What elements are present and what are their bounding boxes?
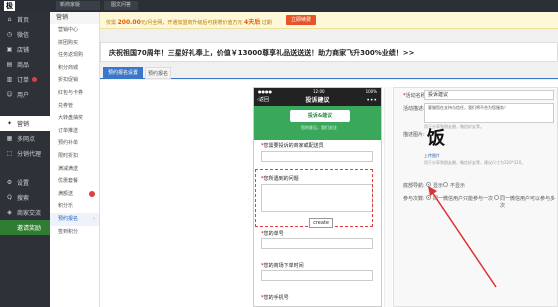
preview-scrollbar[interactable] <box>384 87 392 307</box>
top-tab-qa[interactable]: 图文问答 <box>104 1 138 10</box>
sidebar2-item-active[interactable]: 预约报名 › <box>50 212 99 226</box>
sidebar2-item-with-badge[interactable]: 满额送 <box>50 188 99 201</box>
primary-sidebar: ⌂ 首页 ◷ 微信 ▣ 店铺 ▤ 商品 ▥ 订单 ☺ 用户 ✦ 营销 ▦ 多网点 ⬚ 分销代理 ⚙… <box>0 12 50 307</box>
sidebar-item-users[interactable]: ☺ 用户 <box>0 87 50 102</box>
sidebar2-item[interactable]: 任务返现购 <box>50 49 99 62</box>
upload-image-link[interactable]: 上传图片 <box>424 153 440 159</box>
home-icon: ⌂ <box>7 16 12 23</box>
sidebar2-item[interactable]: 预约补单 <box>50 137 99 150</box>
app-logo: 极 <box>4 1 15 11</box>
sidebar2-item[interactable]: 兑券管 <box>50 100 99 113</box>
sidebar2-item[interactable]: 满减满送 <box>50 163 99 176</box>
orders-icon: ▥ <box>6 76 13 83</box>
distribution-icon: ⬚ <box>6 150 13 157</box>
store-switcher[interactable]: 新商家版 <box>56 1 100 10</box>
sidebar-item-community[interactable]: ◈ 商家交流 <box>0 205 50 220</box>
label-participation: 参与次数: <box>403 196 425 202</box>
sidebar-item-store[interactable]: ▣ 店铺 <box>0 42 50 57</box>
phone-status-bar: ●●●● 12:00 100% <box>254 88 381 95</box>
sidebar-item-orders[interactable]: ▥ 订单 <box>0 72 50 87</box>
signal-icon: ●●●● <box>258 89 272 94</box>
phone-banner: 投诉&建议 您的意见，我们关注 <box>254 106 381 140</box>
tab-bar: 预约报名设置 预约报名 <box>100 67 558 79</box>
secondary-sidebar: 营销 营销中心 拼团购买 任务返现购 积分商城 折扣促销 红包与卡券 兑券管 大… <box>50 12 100 307</box>
sidebar-item-multi-store[interactable]: ▦ 多网点 <box>0 131 50 146</box>
sidebar-item-marketing[interactable]: ✦ 营销 <box>0 116 50 131</box>
radio-participate-once[interactable] <box>426 195 431 200</box>
sidebar-item-home[interactable]: ⌂ 首页 <box>0 12 50 27</box>
app-root: { "topbar": { "logo": "极", "store": "新商家… <box>0 0 558 307</box>
sidebar2-item[interactable]: 积分乐 <box>50 200 99 213</box>
description-image: 饭 <box>427 128 445 149</box>
label-bottom-nav: 底部导航: <box>403 183 425 189</box>
label-description: 活动描述: <box>403 106 425 112</box>
tab-booking-settings[interactable]: 预约报名设置 <box>103 67 143 79</box>
promo-banner[interactable]: 庆祝祖国70周年！三星好礼奉上，价值￥13000尊享礼品送送送！助力商家飞升30… <box>100 42 558 62</box>
question-3: *您的单号 <box>261 231 284 237</box>
answer-1-input[interactable] <box>261 151 373 162</box>
image-hint: 用于分享到朋友圈，微信好友等，建议尺寸为320*320。 <box>424 160 526 165</box>
sidebar-item-invite[interactable]: 邀请奖励 <box>0 220 50 235</box>
participate-once-label: 同一微信用户只能参与一次 <box>433 196 494 202</box>
community-icon: ◈ <box>7 209 12 216</box>
radio-nav-hide[interactable] <box>443 182 448 187</box>
sidebar-item-search[interactable]: Q 搜索 <box>0 190 50 205</box>
sidebar-item-settings[interactable]: ⚙ 设置 <box>0 175 50 190</box>
sidebar-item-wechat[interactable]: ◷ 微信 <box>0 27 50 42</box>
tab-booking[interactable]: 预约报名 <box>145 67 171 79</box>
sidebar2-item[interactable]: 大转盘抽奖 <box>50 112 99 125</box>
secondary-sidebar-title: 营销 <box>50 12 99 24</box>
wechat-icon: ◷ <box>6 31 13 38</box>
question-4: *您的商场下单时间 <box>261 263 304 269</box>
radio-participate-multiple[interactable] <box>494 195 499 200</box>
sidebar2-item[interactable]: 拼团购买 <box>50 37 99 50</box>
sidebar2-item[interactable]: 营销中心 <box>50 24 99 37</box>
phone-banner-subtitle: 您的意见，我们关注 <box>301 125 337 130</box>
multi-store-icon: ▦ <box>6 135 13 142</box>
promo-banner-text: 庆祝祖国70周年！三星好礼奉上，价值￥13000尊享礼品送送送！助力商家飞升30… <box>109 49 415 57</box>
sidebar2-item[interactable]: 限时折扣 <box>50 150 99 163</box>
subscription-notice: 仅需 200.00元/月全网，开通加盟商升级后可获赠价值万元 4天后 过期 立即… <box>100 12 558 29</box>
phone-nav-bar: ‹返回 投诉建议 ••• <box>254 95 381 106</box>
nav-show-label: 显示 <box>433 183 444 189</box>
invite-icon <box>6 224 13 231</box>
new-badge <box>89 190 95 197</box>
sidebar2-item[interactable]: 积分商城 <box>50 62 99 75</box>
question-1: *您需要投诉的商家或配送员 <box>261 143 324 149</box>
create-tooltip: create <box>309 218 333 228</box>
store-icon: ▣ <box>6 46 13 53</box>
gear-icon: ⚙ <box>6 179 13 186</box>
notice-text: 仅需 200.00元/月全网，开通加盟商升级后可获赠价值万元 4天后 过期 <box>106 19 272 26</box>
chevron-right-icon: › <box>93 215 95 222</box>
radio-nav-show[interactable] <box>426 182 431 187</box>
label-image: 描述图片: <box>403 132 425 138</box>
phone-banner-title: 投诉&建议 <box>290 110 350 122</box>
participate-multiple-label: 同一微信用户可以参与多次 <box>500 196 556 209</box>
marketing-icon: ✦ <box>6 120 13 127</box>
sidebar2-item[interactable]: 优惠套餐 <box>50 175 99 188</box>
orders-badge <box>32 77 38 82</box>
sidebar-item-goods[interactable]: ▤ 商品 <box>0 57 50 72</box>
answer-4-input[interactable] <box>261 270 373 281</box>
description-textarea[interactable]: 客服您在支持与信任，我们将不合为您服务！ <box>424 103 554 123</box>
sidebar-item-distribution[interactable]: ⬚ 分销代理 <box>0 146 50 161</box>
sidebar2-item[interactable]: 红包与卡券 <box>50 87 99 100</box>
nav-hide-label: 不显示 <box>450 183 466 189</box>
user-icon: ☺ <box>6 91 13 98</box>
answer-3-input[interactable] <box>261 238 373 249</box>
sidebar2-item[interactable]: 订单推送 <box>50 125 99 138</box>
question-5: *您的手机号 <box>261 295 289 301</box>
phone-title: 投诉建议 <box>305 97 330 104</box>
search-icon: Q <box>7 194 12 201</box>
sidebar2-item[interactable]: 折扣促销 <box>50 74 99 87</box>
goods-icon: ▤ <box>6 61 13 68</box>
renew-button[interactable]: 立即续费 <box>286 15 316 25</box>
more-icon[interactable]: ••• <box>366 95 377 106</box>
sidebar2-item[interactable]: 签到积分 <box>50 226 99 239</box>
title-input[interactable]: 投诉建议 <box>424 90 554 100</box>
top-bar: 极 新商家版 图文问答 <box>0 0 558 12</box>
